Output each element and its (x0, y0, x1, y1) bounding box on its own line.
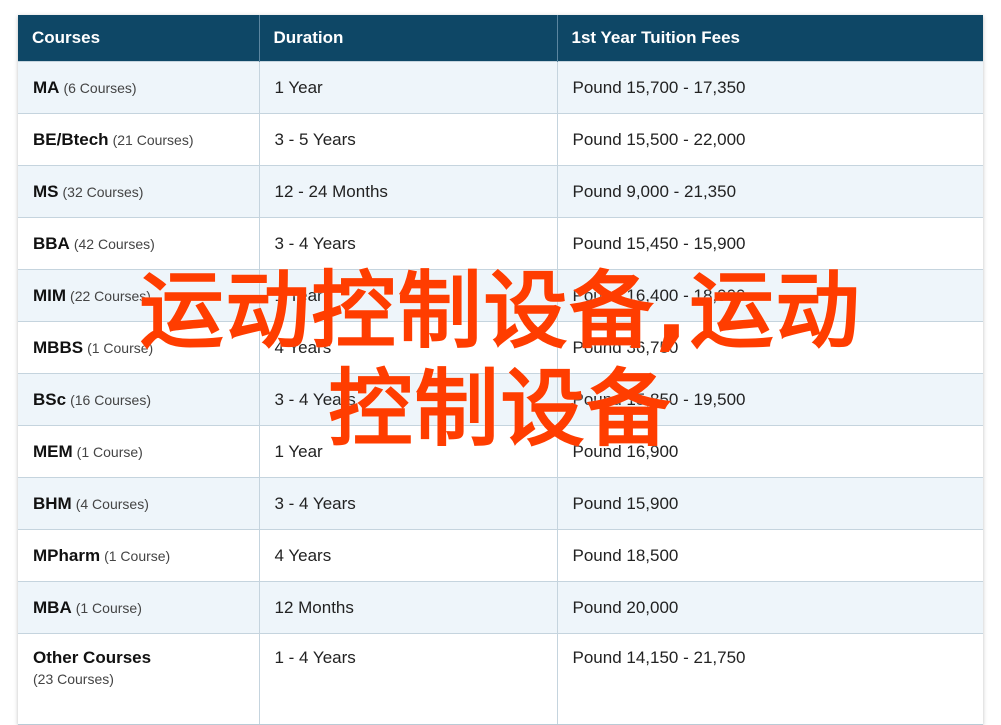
duration-cell: 4 Years (259, 529, 558, 582)
duration-cell: 1 - 4 Years (259, 633, 558, 724)
duration-cell: 4 Years (259, 321, 558, 374)
table-row: MPharm (1 Course) 4 Years Pound 18,500 (18, 529, 983, 582)
course-cell: BSc (16 Courses) (18, 373, 260, 426)
duration-cell: 3 - 4 Years (259, 477, 558, 530)
course-cell: MS (32 Courses) (18, 165, 260, 218)
fees-cell: Pound 15,850 - 19,500 (557, 373, 983, 426)
course-count: (1 Course) (104, 547, 171, 564)
table-row: Other Courses (23 Courses) 1 - 4 Years Po… (18, 633, 983, 724)
course-name: MEM (33, 441, 73, 461)
table-row: MEM (1 Course) 1 Year Pound 16,900 (18, 425, 983, 478)
course-count: (1 Course) (75, 599, 142, 616)
duration-cell: 1 Year (259, 61, 558, 114)
course-cell: BHM (4 Courses) (18, 477, 260, 530)
course-count: (1 Course) (87, 339, 154, 356)
duration-cell: 3 - 4 Years (259, 217, 558, 270)
course-count: (32 Courses) (62, 183, 144, 200)
course-count: (23 Courses) (33, 671, 114, 687)
header-duration: Duration (259, 15, 558, 62)
header-courses: Courses (18, 15, 260, 62)
course-count: (22 Courses) (70, 287, 151, 304)
course-cell: MA (6 Courses) (18, 61, 260, 114)
fees-cell: Pound 15,500 - 22,000 (557, 113, 983, 166)
course-cell: BE/Btech (21 Courses) (18, 113, 260, 166)
table-row: BHM (4 Courses) 3 - 4 Years Pound 15,900 (18, 477, 983, 530)
table-row: MA (6 Courses) 1 Year Pound 15,700 - 17,3… (18, 61, 983, 114)
fees-cell: Pound 15,700 - 17,350 (557, 61, 983, 114)
course-name: MBA (33, 597, 72, 617)
course-count: (21 Courses) (112, 131, 194, 148)
table-body: MA (6 Courses) 1 Year Pound 15,700 - 17,3… (18, 61, 983, 724)
duration-cell: 12 - 24 Months (259, 165, 558, 218)
course-name: MA (33, 77, 60, 97)
table-row: MBBS (1 Course) 4 Years Pound 36,750 (18, 321, 983, 374)
fees-cell: Pound 20,000 (557, 581, 983, 634)
course-count: (1 Course) (76, 443, 143, 460)
duration-cell: 1 Year (259, 269, 558, 322)
course-name: MBBS (33, 337, 84, 357)
fees-cell: Pound 16,900 (557, 425, 983, 478)
fees-cell: Pound 14,150 - 21,750 (557, 633, 983, 724)
course-name: BSc (33, 389, 67, 409)
course-cell: MIM (22 Courses) (18, 269, 260, 322)
fees-cell: Pound 16,400 - 18,900 (557, 269, 983, 322)
duration-cell: 3 - 5 Years (259, 113, 558, 166)
course-cell: MEM (1 Course) (18, 425, 260, 478)
courses-table-container: Courses Duration 1st Year Tuition Fees M… (18, 15, 983, 725)
course-cell: MBBS (1 Course) (18, 321, 260, 374)
courses-table: Courses Duration 1st Year Tuition Fees M… (18, 15, 983, 724)
course-count: (16 Courses) (70, 391, 151, 408)
fees-cell: Pound 9,000 - 21,350 (557, 165, 983, 218)
course-name: MPharm (33, 545, 101, 565)
course-name: BBA (33, 233, 70, 253)
course-name: MIM (33, 285, 67, 305)
table-row: MIM (22 Courses) 1 Year Pound 16,400 - 18… (18, 269, 983, 322)
course-cell: BBA (42 Courses) (18, 217, 260, 270)
fees-cell: Pound 15,450 - 15,900 (557, 217, 983, 270)
table-row: MS (32 Courses) 12 - 24 Months Pound 9,00… (18, 165, 983, 218)
course-name: BHM (33, 493, 72, 513)
fees-cell: Pound 15,900 (557, 477, 983, 530)
course-count: (42 Courses) (73, 235, 155, 252)
header-fees: 1st Year Tuition Fees (557, 15, 983, 62)
table-row: MBA (1 Course) 12 Months Pound 20,000 (18, 581, 983, 634)
course-name: BE/Btech (33, 129, 109, 149)
course-count: (4 Courses) (75, 495, 149, 512)
table-row: BSc (16 Courses) 3 - 4 Years Pound 15,850… (18, 373, 983, 426)
course-count: (6 Courses) (63, 79, 137, 96)
header-row: Courses Duration 1st Year Tuition Fees (18, 15, 983, 62)
duration-cell: 1 Year (259, 425, 558, 478)
table-header: Courses Duration 1st Year Tuition Fees (18, 15, 983, 62)
course-name: MS (33, 181, 59, 201)
fees-cell: Pound 36,750 (557, 321, 983, 374)
course-cell: Other Courses (23 Courses) (18, 633, 260, 724)
duration-cell: 12 Months (259, 581, 558, 634)
course-cell: MPharm (1 Course) (18, 529, 260, 582)
course-name: Other Courses (33, 648, 152, 667)
table-row: BE/Btech (21 Courses) 3 - 5 Years Pound 1… (18, 113, 983, 166)
course-cell: MBA (1 Course) (18, 581, 260, 634)
table-row: BBA (42 Courses) 3 - 4 Years Pound 15,450… (18, 217, 983, 270)
fees-cell: Pound 18,500 (557, 529, 983, 582)
duration-cell: 3 - 4 Years (259, 373, 558, 426)
